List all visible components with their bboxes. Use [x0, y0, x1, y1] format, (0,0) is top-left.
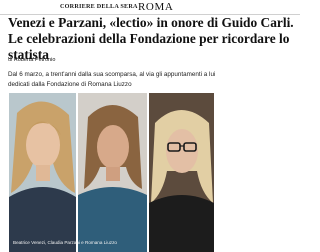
portrait-beatrice-venezi — [9, 93, 76, 252]
section-link-roma[interactable]: ROMA — [138, 1, 173, 13]
byline: di Roberta Petronio — [8, 57, 55, 63]
article-summary: Dal 6 marzo, a trent'anni dalla sua scom… — [8, 71, 216, 88]
photo-caption: Beatrice Venezi, Claudia Parzani e Roman… — [13, 240, 117, 245]
portrait-claudia-parzani — [78, 93, 147, 252]
portrait-romana-liuzzo — [149, 93, 214, 252]
site-header: CORRIERE DELLA SERA ROMA — [0, 0, 300, 16]
author-link[interactable]: Roberta Petronio — [14, 57, 56, 63]
byline-prefix: di — [8, 57, 13, 63]
newspaper-logo[interactable]: CORRIERE DELLA SERA — [60, 3, 138, 10]
article-photo — [9, 93, 214, 252]
article-headline: Venezi e Parzani, «lectio» in onore di G… — [8, 15, 294, 62]
